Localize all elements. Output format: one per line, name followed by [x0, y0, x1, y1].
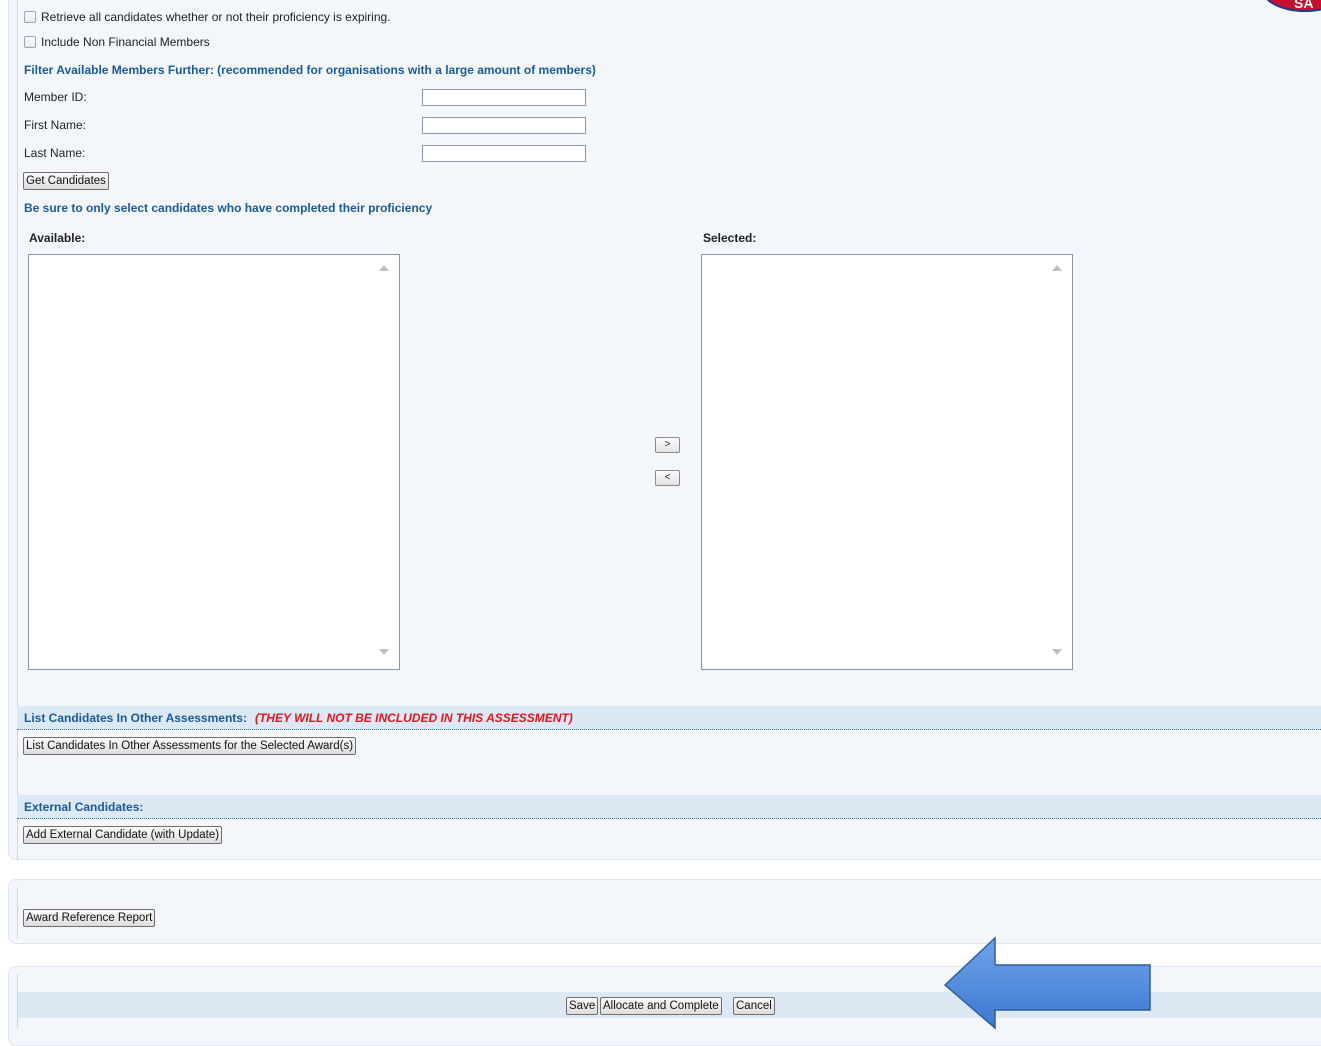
- filter-heading: Filter Available Members Further: (recom…: [24, 63, 596, 77]
- other-assessments-heading: List Candidates In Other Assessments: (TH…: [24, 711, 573, 725]
- first-name-label: First Name:: [24, 118, 87, 132]
- available-scrollbar[interactable]: [369, 255, 399, 669]
- include-non-financial-checkbox[interactable]: [24, 36, 36, 48]
- panel-divider: [17, 887, 18, 939]
- scroll-up-icon[interactable]: [379, 265, 389, 271]
- save-button[interactable]: Save: [566, 997, 599, 1015]
- other-assessments-section-bar: List Candidates In Other Assessments: (TH…: [17, 706, 1321, 730]
- scroll-down-icon[interactable]: [1052, 649, 1062, 655]
- award-reference-report-button[interactable]: Award Reference Report: [23, 909, 156, 927]
- allocate-and-complete-button[interactable]: Allocate and Complete: [600, 997, 722, 1015]
- panel-divider: [17, 0, 18, 860]
- include-non-financial-label: Include Non Financial Members: [41, 35, 210, 49]
- list-candidates-other-assessments-button[interactable]: List Candidates In Other Assessments for…: [23, 737, 357, 755]
- external-candidates-heading: External Candidates:: [24, 800, 144, 814]
- selected-label: Selected:: [703, 231, 757, 245]
- logo-text: SA: [1294, 0, 1314, 11]
- retrieve-all-checkbox[interactable]: [24, 11, 36, 23]
- add-external-candidate-button[interactable]: Add External Candidate (with Update): [23, 826, 223, 844]
- retrieve-all-label: Retrieve all candidates whether or not t…: [41, 10, 391, 24]
- available-label: Available:: [29, 231, 86, 245]
- move-left-button[interactable]: <: [655, 470, 680, 486]
- proficiency-note: Be sure to only select candidates who ha…: [24, 201, 433, 215]
- first-name-input[interactable]: [422, 117, 586, 134]
- external-candidates-section-bar: External Candidates:: [17, 795, 1321, 819]
- other-assessments-heading-text: List Candidates In Other Assessments:: [24, 711, 247, 725]
- available-listbox[interactable]: [28, 254, 400, 670]
- member-id-input[interactable]: [422, 89, 586, 106]
- selected-scrollbar[interactable]: [1042, 255, 1072, 669]
- callout-arrow-icon: [943, 936, 1151, 1030]
- cancel-button[interactable]: Cancel: [733, 997, 775, 1015]
- last-name-input[interactable]: [422, 145, 586, 162]
- scroll-up-icon[interactable]: [1052, 265, 1062, 271]
- selected-listbox[interactable]: [701, 254, 1073, 670]
- get-candidates-button[interactable]: Get Candidates: [23, 172, 109, 190]
- member-id-label: Member ID:: [24, 90, 87, 104]
- scroll-down-icon[interactable]: [379, 649, 389, 655]
- other-assessments-warning: (THEY WILL NOT BE INCLUDED IN THIS ASSES…: [254, 711, 573, 725]
- move-right-button[interactable]: >: [655, 437, 680, 453]
- last-name-label: Last Name:: [24, 146, 86, 160]
